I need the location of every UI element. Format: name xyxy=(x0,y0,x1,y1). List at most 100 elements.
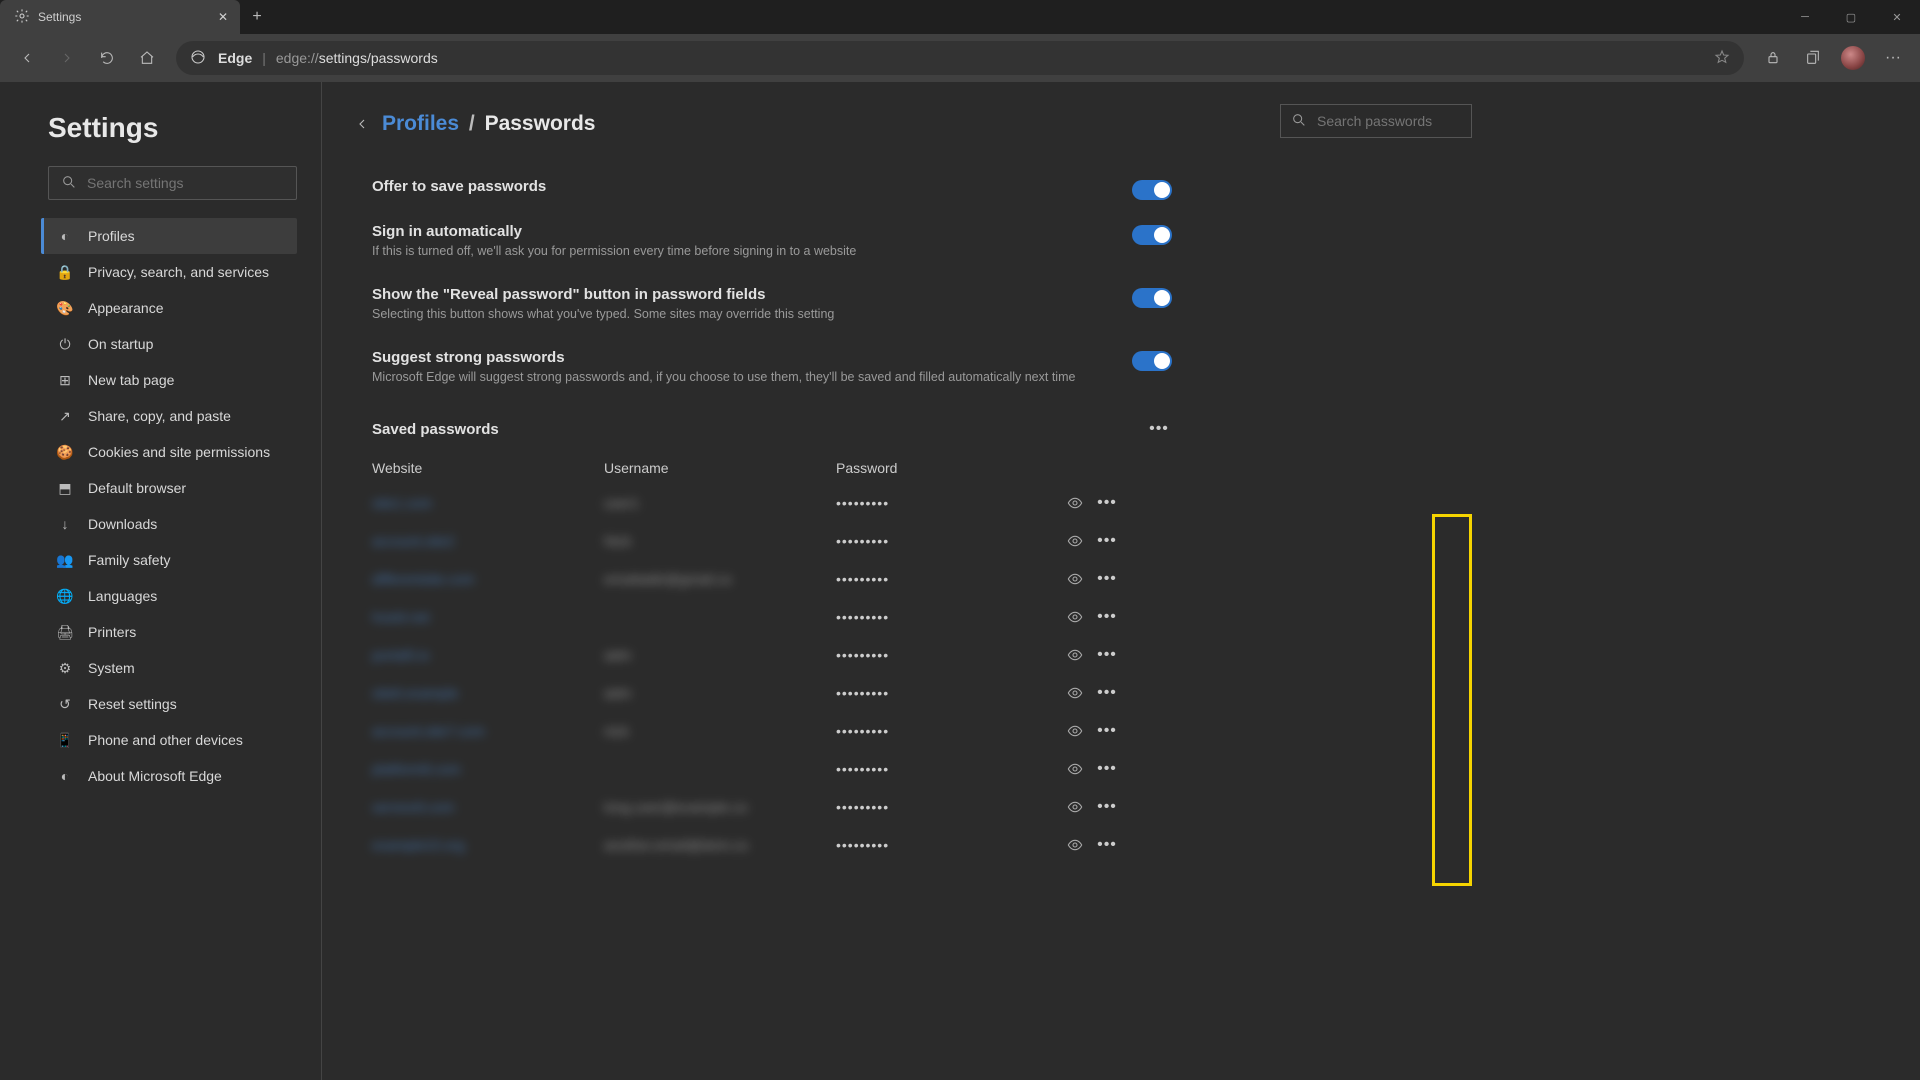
sidebar-item-share-copy-and-paste[interactable]: ↗Share, copy, and paste xyxy=(44,398,297,434)
toggle-switch[interactable] xyxy=(1132,288,1172,308)
password-row-more-button[interactable]: ••• xyxy=(1090,836,1124,854)
maximize-button[interactable]: ▢ xyxy=(1828,0,1874,34)
search-settings[interactable] xyxy=(48,166,297,200)
nav-icon: ↗ xyxy=(56,408,74,425)
sidebar-item-cookies-and-site-permissions[interactable]: 🍪Cookies and site permissions xyxy=(44,434,297,470)
website-cell[interactable]: account.site7.com xyxy=(372,712,604,750)
sidebar-item-system[interactable]: ⚙System xyxy=(44,650,297,686)
breadcrumb: Profiles / Passwords xyxy=(382,112,595,136)
setting-description: If this is turned off, we'll ask you for… xyxy=(372,244,1172,258)
sidebar-item-label: Reset settings xyxy=(88,696,177,712)
address-bar[interactable]: Edge | edge://settings/passwords xyxy=(176,41,1744,75)
username-cell: user1 xyxy=(604,484,836,522)
tab-title: Settings xyxy=(38,10,210,24)
breadcrumb-profiles-link[interactable]: Profiles xyxy=(382,112,459,135)
reveal-password-button[interactable] xyxy=(1060,533,1090,549)
nav-icon: 🌐 xyxy=(56,588,74,605)
minimize-button[interactable]: ─ xyxy=(1782,0,1828,34)
password-cell: ••••••••• xyxy=(836,712,1060,750)
sidebar-item-default-browser[interactable]: ⬒Default browser xyxy=(44,470,297,506)
sidebar-item-appearance[interactable]: 🎨 Appearance xyxy=(44,290,297,326)
forward-button[interactable] xyxy=(48,39,86,77)
page-back-button[interactable] xyxy=(342,116,382,132)
back-button[interactable] xyxy=(8,39,46,77)
search-passwords[interactable] xyxy=(1280,104,1472,138)
search-settings-input[interactable] xyxy=(87,175,284,191)
reveal-password-button[interactable] xyxy=(1060,685,1090,701)
reveal-password-button[interactable] xyxy=(1060,495,1090,511)
password-cell: ••••••••• xyxy=(836,598,1060,636)
favorite-icon[interactable] xyxy=(1714,49,1730,68)
reveal-password-button[interactable] xyxy=(1060,837,1090,853)
col-website: Website xyxy=(372,452,604,484)
username-cell: Nick xyxy=(604,522,836,560)
sidebar-item-privacy-search-and-services[interactable]: 🔒Privacy, search, and services xyxy=(44,254,297,290)
app-menu-button[interactable]: ··· xyxy=(1874,39,1912,77)
setting-row: Offer to save passwords xyxy=(342,164,1172,209)
setting-title: Offer to save passwords xyxy=(372,178,1172,195)
passwords-table: WebsiteUsernamePasswordsite1.comuser1•••… xyxy=(342,452,1172,864)
password-row-more-button[interactable]: ••• xyxy=(1090,798,1124,816)
breadcrumb-current: Passwords xyxy=(485,112,596,135)
reveal-password-button[interactable] xyxy=(1060,761,1090,777)
website-cell[interactable]: account.site2 xyxy=(372,522,604,560)
sidebar-item-new-tab-page[interactable]: ⊞New tab page xyxy=(44,362,297,398)
password-row-more-button[interactable]: ••• xyxy=(1090,722,1124,740)
reveal-password-button[interactable] xyxy=(1060,799,1090,815)
password-row-more-button[interactable]: ••• xyxy=(1090,760,1124,778)
search-passwords-input[interactable] xyxy=(1317,113,1498,129)
refresh-button[interactable] xyxy=(88,39,126,77)
website-cell[interactable]: example10.org xyxy=(372,826,604,864)
website-cell[interactable]: site1.com xyxy=(372,484,604,522)
toggle-switch[interactable] xyxy=(1132,180,1172,200)
sidebar-item-downloads[interactable]: ↓Downloads xyxy=(44,506,297,542)
nav-icon: 🎨 xyxy=(56,300,74,317)
username-cell: nick xyxy=(604,712,836,750)
website-cell[interactable]: platform8.com xyxy=(372,750,604,788)
username-cell: adm xyxy=(604,674,836,712)
password-row-more-button[interactable]: ••• xyxy=(1090,494,1124,512)
new-tab-button[interactable]: + xyxy=(240,8,274,26)
collections-icon[interactable] xyxy=(1794,39,1832,77)
close-tab-icon[interactable]: ✕ xyxy=(218,10,228,24)
reveal-password-button[interactable] xyxy=(1060,609,1090,625)
toggle-switch[interactable] xyxy=(1132,225,1172,245)
sidebar-item-printers[interactable]: 🖨Printers xyxy=(44,614,297,650)
website-cell[interactable]: site6.example xyxy=(372,674,604,712)
password-row-more-button[interactable]: ••• xyxy=(1090,684,1124,702)
setting-row: Suggest strong passwordsMicrosoft Edge w… xyxy=(342,335,1172,398)
sidebar-item-label: Appearance xyxy=(88,300,164,316)
toggle-switch[interactable] xyxy=(1132,351,1172,371)
profile-button[interactable] xyxy=(1834,39,1872,77)
reveal-password-button[interactable] xyxy=(1060,571,1090,587)
sidebar-item-languages[interactable]: 🌐Languages xyxy=(44,578,297,614)
sidebar-item-reset-settings[interactable]: ↺Reset settings xyxy=(44,686,297,722)
website-cell[interactable]: portal5.io xyxy=(372,636,604,674)
website-cell[interactable]: host4.net xyxy=(372,598,604,636)
password-row-more-button[interactable]: ••• xyxy=(1090,608,1124,626)
tracking-prevention-icon[interactable] xyxy=(1754,39,1792,77)
sidebar-item-on-startup[interactable]: ⏻On startup xyxy=(44,326,297,362)
address-app-label: Edge xyxy=(218,50,252,66)
browser-tab[interactable]: Settings ✕ xyxy=(0,0,240,34)
sidebar-item-phone-and-other-devices[interactable]: 📱Phone and other devices xyxy=(44,722,297,758)
window-controls: ─ ▢ ✕ xyxy=(1782,0,1920,34)
website-cell[interactable]: differentsite.com xyxy=(372,560,604,598)
password-row-more-button[interactable]: ••• xyxy=(1090,570,1124,588)
reveal-password-button[interactable] xyxy=(1060,723,1090,739)
website-cell[interactable]: service9.com xyxy=(372,788,604,826)
nav-icon: ◐ xyxy=(56,228,74,244)
password-row-more-button[interactable]: ••• xyxy=(1090,532,1124,550)
setting-title: Sign in automatically xyxy=(372,223,1172,240)
password-cell: ••••••••• xyxy=(836,674,1060,712)
sidebar-item-about-microsoft-edge[interactable]: ◐About Microsoft Edge xyxy=(44,758,297,794)
close-window-button[interactable]: ✕ xyxy=(1874,0,1920,34)
home-button[interactable] xyxy=(128,39,166,77)
edge-icon xyxy=(190,49,208,67)
sidebar-item-profiles[interactable]: ◐Profiles xyxy=(41,218,297,254)
saved-passwords-more-button[interactable]: ••• xyxy=(1146,416,1172,442)
reveal-password-button[interactable] xyxy=(1060,647,1090,663)
username-cell: adm xyxy=(604,636,836,674)
sidebar-item-family-safety[interactable]: 👥Family safety xyxy=(44,542,297,578)
password-row-more-button[interactable]: ••• xyxy=(1090,646,1124,664)
